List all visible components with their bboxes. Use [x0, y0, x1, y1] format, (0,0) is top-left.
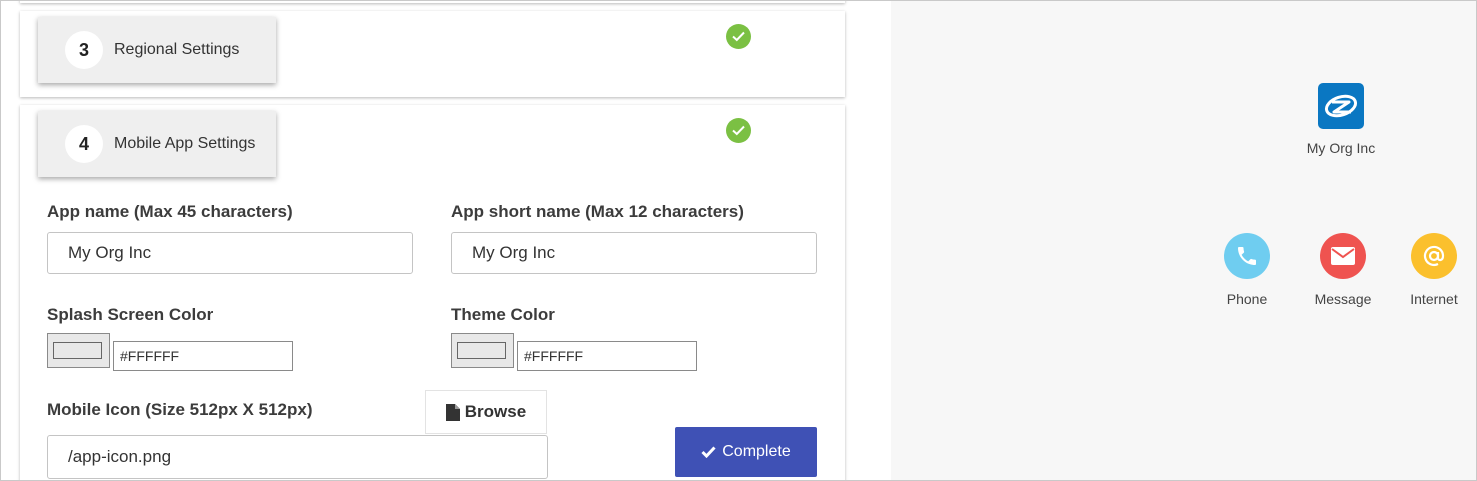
message-action[interactable]: Message [1298, 233, 1388, 307]
check-icon [726, 118, 751, 143]
splash-color-swatch[interactable] [47, 333, 110, 368]
app-name-input[interactable] [47, 232, 413, 274]
internet-action[interactable]: Internet [1389, 233, 1476, 307]
app-logo-icon [1318, 83, 1364, 129]
message-label: Message [1314, 291, 1372, 307]
app-name-label: App name (Max 45 characters) [47, 202, 293, 221]
check-icon [726, 24, 751, 49]
theme-color-input[interactable] [517, 341, 697, 371]
internet-label: Internet [1410, 291, 1458, 307]
step-header-mobile-app-settings[interactable]: 4 Mobile App Settings [38, 111, 276, 177]
app-short-name-input[interactable] [451, 232, 817, 274]
step-number: 4 [65, 125, 103, 163]
step-number: 3 [65, 31, 103, 69]
browse-label: Browse [464, 402, 527, 421]
splash-color-label: Splash Screen Color [47, 305, 214, 324]
step-label: Regional Settings [114, 41, 240, 58]
step-header-regional-settings[interactable]: 3 Regional Settings [38, 17, 276, 83]
complete-label: Complete [722, 443, 791, 460]
color-preview [457, 342, 506, 359]
browse-button[interactable]: Browse [425, 390, 547, 434]
phone-label: Phone [1226, 291, 1268, 307]
splash-color-input[interactable] [113, 341, 293, 371]
complete-button[interactable]: Complete [675, 427, 817, 477]
previous-step-card [20, 1, 845, 3]
step-card-regional-settings: 3 Regional Settings [20, 11, 845, 97]
mobile-preview: My Org Inc Phone Message Internet [891, 1, 1476, 480]
at-icon [1411, 233, 1457, 279]
phone-icon [1224, 233, 1270, 279]
mail-icon [1320, 233, 1366, 279]
preview-app-name: My Org Inc [1306, 140, 1376, 156]
file-icon [445, 403, 460, 421]
theme-color-label: Theme Color [451, 305, 555, 324]
color-preview [53, 342, 102, 359]
phone-action[interactable]: Phone [1202, 233, 1292, 307]
step-card-mobile-app-settings: 4 Mobile App Settings App name (Max 45 c… [20, 105, 845, 480]
mobile-icon-input[interactable] [47, 435, 548, 479]
theme-color-swatch[interactable] [451, 333, 514, 368]
step-label: Mobile App Settings [114, 135, 256, 152]
mobile-icon-label: Mobile Icon (Size 512px X 512px) [47, 400, 313, 419]
check-icon [701, 446, 716, 458]
app-short-name-label: App short name (Max 12 characters) [451, 202, 744, 221]
settings-window: 3 Regional Settings 4 Mobile App Setting… [0, 0, 1477, 481]
settings-panel: 3 Regional Settings 4 Mobile App Setting… [1, 1, 891, 480]
